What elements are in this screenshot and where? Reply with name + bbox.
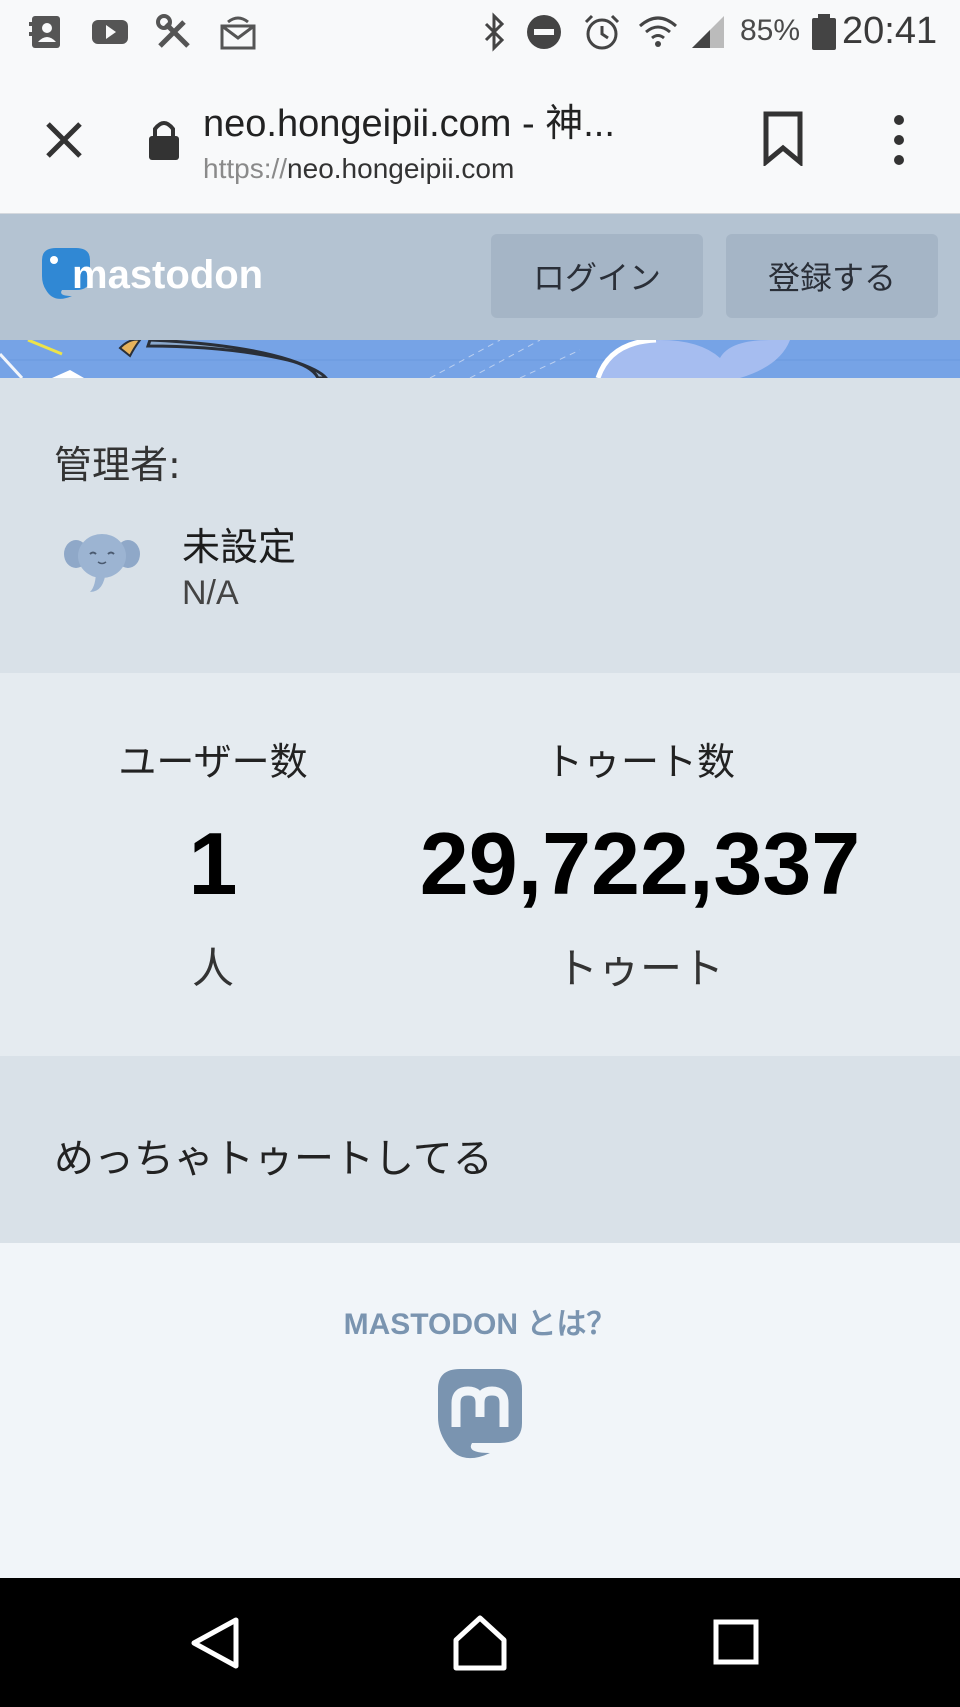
- url-host: neo.hongeipii.com: [287, 153, 515, 184]
- user-count-value: 1: [188, 814, 238, 913]
- system-nav-bar: [0, 1578, 960, 1707]
- status-clock: 20:41: [842, 10, 938, 52]
- more-options-icon[interactable]: [884, 112, 914, 168]
- about-section: MASTODON とは？: [0, 1243, 960, 1578]
- instance-description: めっちゃトゥートしてる: [54, 1136, 493, 1182]
- browser-toolbar: neo.hongeipii.com - 神... https://neo.hon…: [0, 68, 960, 215]
- user-count-unit: 人: [191, 944, 234, 993]
- bluetooth-icon: [484, 12, 505, 52]
- hero-illustration: [0, 340, 960, 378]
- battery-icon: [812, 14, 836, 50]
- user-count-stat: ユーザー数 1 人: [62, 673, 364, 1056]
- avatar[interactable]: [64, 530, 140, 594]
- toot-count-title: トゥート数: [544, 740, 735, 784]
- home-icon[interactable]: [450, 1614, 510, 1672]
- description-section: めっちゃトゥートしてる: [0, 1056, 960, 1243]
- youtube-icon: [92, 20, 128, 44]
- toot-count-stat: トゥート数 29,722,337 トゥート: [400, 673, 880, 1056]
- close-icon[interactable]: [40, 116, 88, 164]
- signal-icon: [692, 16, 724, 48]
- user-count-title: ユーザー数: [118, 740, 308, 784]
- tools-icon: [156, 14, 190, 48]
- hero-illustration-graphic: [0, 340, 960, 378]
- toot-count-unit: トゥート: [555, 944, 724, 993]
- admin-section: 管理者: 未設定 N/A: [0, 378, 960, 673]
- signup-button[interactable]: 登録する: [726, 234, 938, 318]
- mastodon-logo-text: mastodon: [72, 252, 264, 297]
- url-scheme: https://: [203, 153, 288, 184]
- wifi-icon: [639, 16, 677, 47]
- inbox-icon: [220, 16, 256, 50]
- admin-display-name[interactable]: 未設定: [182, 516, 296, 571]
- battery-percentage: 85%: [740, 14, 801, 47]
- url-bar[interactable]: https://neo.hongeipii.com: [203, 153, 514, 185]
- site-header: mastodon ログイン 登録する: [0, 214, 960, 340]
- recent-apps-icon[interactable]: [712, 1618, 760, 1666]
- login-button[interactable]: ログイン: [491, 234, 703, 318]
- stats-section: ユーザー数 1 人 トゥート数 29,722,337 トゥート: [0, 673, 960, 1056]
- admin-label: 管理者:: [54, 443, 181, 487]
- admin-handle: N/A: [182, 574, 239, 612]
- alarm-icon: [584, 14, 620, 50]
- contacts-icon: [29, 16, 60, 48]
- about-heading: MASTODON とは？: [343, 1308, 617, 1341]
- mastodon-logo[interactable]: mastodon: [38, 240, 263, 310]
- lock-icon[interactable]: [146, 116, 182, 164]
- bookmark-icon[interactable]: [760, 110, 806, 166]
- mastodon-mark-icon: [438, 1369, 522, 1459]
- status-bar: 85% 20:41: [0, 0, 960, 68]
- back-icon[interactable]: [188, 1616, 242, 1670]
- do-not-disturb-icon: [527, 15, 561, 49]
- page-title[interactable]: neo.hongeipii.com - 神...: [203, 92, 663, 147]
- toot-count-value: 29,722,337: [419, 814, 861, 913]
